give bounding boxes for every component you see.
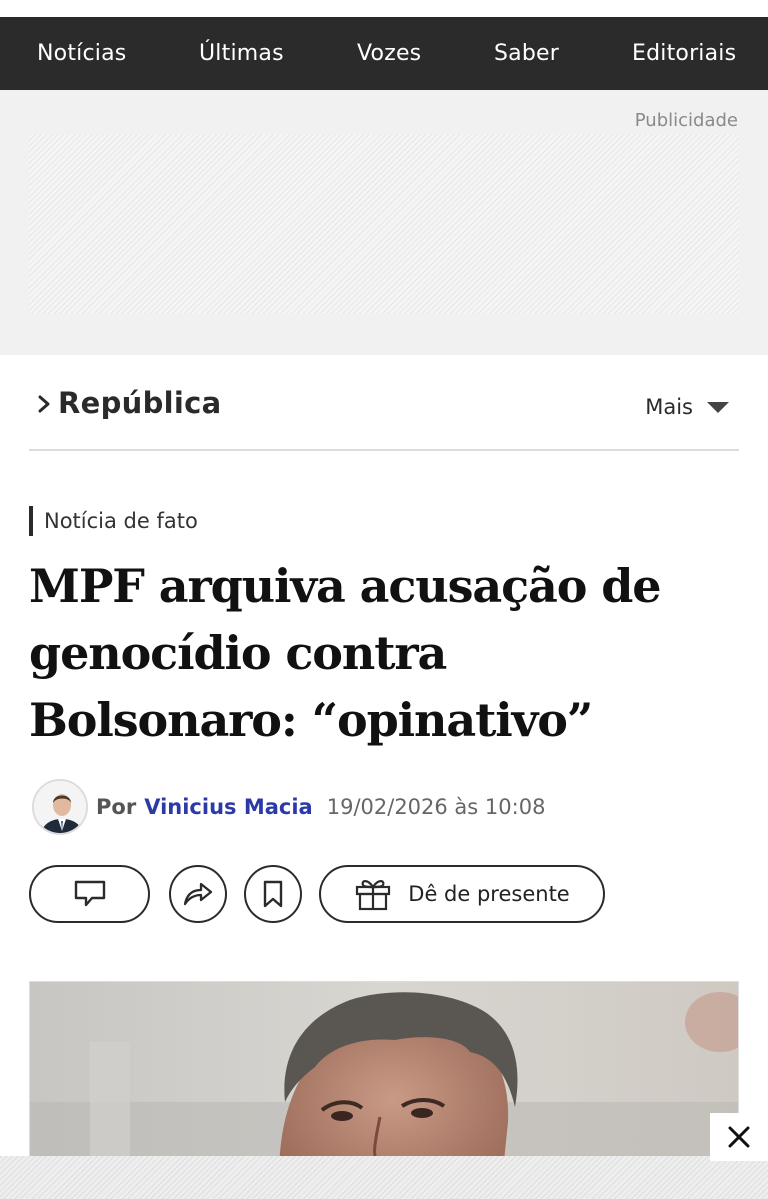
- close-icon: [728, 1126, 750, 1148]
- section-title[interactable]: República: [58, 386, 222, 420]
- byline: Por Vinicius Macia 19/02/2026 às 10:08: [32, 778, 732, 836]
- headline-line: Bolsonaro: “opinativo”: [29, 693, 593, 747]
- top-strip: [0, 0, 768, 17]
- share-button[interactable]: [169, 865, 227, 923]
- gift-icon: [356, 880, 391, 911]
- article-headline: MPF arquiva acusação de genocídio contra…: [29, 553, 749, 754]
- nav-item-editoriais[interactable]: Editoriais: [632, 17, 736, 90]
- caret-down-icon: [707, 401, 729, 413]
- comment-button[interactable]: [29, 865, 150, 923]
- close-ad-button[interactable]: [710, 1113, 768, 1161]
- section-header: República Mais: [29, 356, 739, 451]
- article-tag: Notícia de fato: [29, 506, 198, 536]
- headline-line: genocídio contra: [29, 626, 447, 680]
- publish-date: 19/02/2026 às 10:08: [326, 795, 546, 819]
- more-dropdown[interactable]: Mais: [645, 392, 739, 422]
- more-label: Mais: [645, 395, 693, 419]
- bookmark-button[interactable]: [244, 865, 302, 923]
- article-actions: Dê de presente: [29, 865, 739, 923]
- author-avatar[interactable]: [32, 779, 88, 835]
- nav-item-noticias[interactable]: Notícias: [37, 17, 126, 90]
- ad-zone: Publicidade: [0, 90, 768, 355]
- nav-item-ultimas[interactable]: Últimas: [199, 17, 284, 90]
- nav-item-saber[interactable]: Saber: [494, 17, 559, 90]
- chevron-right-icon: [38, 395, 50, 413]
- comment-icon: [74, 880, 105, 907]
- ad-label: Publicidade: [634, 110, 738, 131]
- headline-line: MPF arquiva acusação de: [29, 559, 662, 613]
- ad-placeholder[interactable]: [29, 134, 739, 314]
- gift-button[interactable]: Dê de presente: [319, 865, 605, 923]
- author-link[interactable]: Vinicius Macia: [144, 795, 313, 819]
- gift-label: Dê de presente: [408, 882, 570, 906]
- nav-item-vozes[interactable]: Vozes: [357, 17, 421, 90]
- byline-prefix: Por: [96, 795, 137, 819]
- bottom-ad-banner[interactable]: [0, 1156, 768, 1199]
- bookmark-icon: [263, 880, 283, 908]
- share-icon: [183, 882, 213, 906]
- main-nav: Notícias Últimas Vozes Saber Editoriais: [0, 17, 768, 90]
